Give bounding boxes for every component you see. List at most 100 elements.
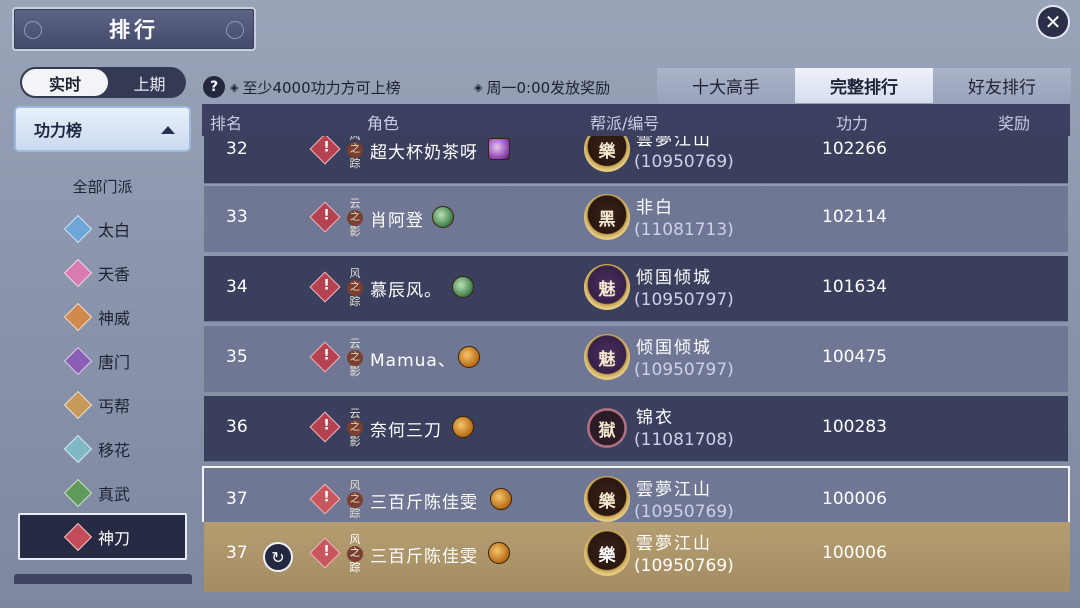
shendao-class-icon: [309, 341, 341, 373]
guild-name: 锦衣: [636, 408, 674, 428]
power-value: 100006: [822, 543, 887, 563]
period-toggle: 实时 上期: [20, 67, 186, 98]
player-name[interactable]: Mamua、: [370, 346, 456, 371]
sect-item-taibai[interactable]: 太白: [63, 214, 130, 244]
player-name[interactable]: 奈何三刀: [370, 416, 442, 441]
share-icon[interactable]: ↻: [263, 542, 293, 572]
close-button[interactable]: ✕: [1036, 5, 1070, 39]
player-name: 三百斤陈佳雯: [370, 547, 478, 567]
sect-item-shenwei[interactable]: 神威: [63, 302, 130, 332]
realtime-toggle[interactable]: 实时: [22, 69, 108, 96]
header-rank: 排名: [210, 114, 243, 133]
power-value: 102114: [822, 207, 887, 227]
tianxiang-icon: [63, 258, 93, 288]
help-icon[interactable]: ?: [203, 76, 225, 98]
title-badge-icon: [452, 276, 474, 298]
shendao-class-icon: [309, 201, 341, 233]
gaibang-icon: [63, 390, 93, 420]
guild-emblem-icon: 黑: [584, 194, 630, 240]
guild-id: (11081708): [634, 430, 734, 450]
header-role: 角色: [367, 114, 400, 133]
tab-full-ranking[interactable]: 完整排行: [795, 68, 933, 103]
guild-name: 倾国倾城: [636, 268, 712, 288]
caret-up-icon: [161, 126, 175, 134]
guild-emblem-icon: 魅: [584, 264, 630, 310]
title-badge-icon: [452, 416, 474, 438]
power-value: 101634: [822, 277, 887, 297]
header-guild: 帮派/编号: [590, 114, 660, 133]
ranking-category-dropdown[interactable]: 功力榜: [14, 106, 191, 152]
table-row[interactable]: 36 云之影 奈何三刀 獄 锦衣 (11081708) 100283: [204, 396, 1068, 462]
info-reward-time: ◈ 周一0:00发放奖励: [474, 78, 611, 97]
diamond-icon: ◈: [474, 80, 483, 94]
title-badge-icon: [490, 488, 512, 510]
pet-seal-icon: 风之踪: [344, 534, 366, 574]
guild-emblem-icon: 樂: [584, 476, 630, 522]
yihua-icon: [63, 434, 93, 464]
player-name[interactable]: 三百斤陈佳雯: [370, 488, 478, 513]
shenwei-icon: [63, 302, 93, 332]
guild-emblem-icon: 樂: [584, 530, 630, 576]
table-row[interactable]: 34 风之踪 慕辰风。 魅 倾国倾城 (10950797) 101634: [204, 256, 1068, 322]
power-value: 100006: [822, 489, 887, 509]
my-ranking-row[interactable]: 37 ↻ 风之踪 三百斤陈佳雯 樂 雲夢江山 (10950769) 100006: [204, 522, 1070, 592]
tangmen-icon: [63, 346, 93, 376]
header-power: 功力: [836, 114, 869, 133]
shendao-class-icon: [309, 271, 341, 303]
guild-emblem-icon: 魅: [584, 334, 630, 380]
sect-item-zhenwu[interactable]: 真武: [63, 478, 130, 508]
ranking-list[interactable]: 32 风之踪 超大杯奶茶呀 樂 雲夢江山 (10950769) 102266 3…: [202, 136, 1070, 522]
guild-id: (11081713): [634, 220, 734, 240]
guild-id: (10950769): [634, 556, 734, 576]
zhenwu-icon: [63, 478, 93, 508]
pet-seal-icon: 云之影: [344, 338, 366, 378]
close-icon: ✕: [1044, 10, 1062, 34]
pet-seal-icon: 云之影: [344, 408, 366, 448]
ornament-icon: [226, 21, 244, 39]
player-name[interactable]: 慕辰风。: [370, 276, 442, 301]
pet-seal-icon: 风之踪: [344, 136, 366, 170]
guild-id: (10950797): [634, 290, 734, 310]
info-min-power: ◈ 至少4000功力方可上榜: [230, 78, 401, 97]
sect-item-yihua[interactable]: 移花: [63, 434, 130, 464]
tab-friends-ranking[interactable]: 好友排行: [933, 68, 1071, 103]
ornament-icon: [24, 21, 42, 39]
guild-name: 雲夢江山: [636, 136, 712, 150]
sect-all[interactable]: 全部门派: [14, 176, 191, 197]
guild-id: (10950797): [634, 360, 734, 380]
shendao-class-icon: [309, 136, 341, 165]
last-period-toggle[interactable]: 上期: [108, 67, 191, 98]
header-reward: 奖励: [998, 114, 1031, 133]
table-row[interactable]: 33 云之影 肖阿登 黑 非白 (11081713) 102114: [204, 186, 1068, 252]
table-row-self-highlight[interactable]: 37 风之踪 三百斤陈佳雯 樂 雲夢江山 (10950769) 100006: [202, 466, 1070, 522]
guild-name: 倾国倾城: [636, 338, 712, 358]
sect-item-shendao[interactable]: 神刀: [63, 522, 130, 552]
guild-id: (10950769): [634, 502, 734, 522]
guild-name: 雲夢江山: [636, 480, 712, 500]
title-plaque: 排行: [12, 7, 256, 51]
player-name[interactable]: 肖阿登: [370, 206, 424, 231]
guild-name: 雲夢江山: [636, 534, 712, 554]
guild-emblem-icon: 樂: [584, 136, 630, 172]
category-label: 功力榜: [34, 121, 83, 140]
table-row[interactable]: 32 风之踪 超大杯奶茶呀 樂 雲夢江山 (10950769) 102266: [204, 136, 1068, 184]
sword-class-icon: [309, 537, 341, 569]
sect-item-gaibang[interactable]: 丐帮: [63, 390, 130, 420]
sword-class-icon: [309, 483, 341, 515]
pet-seal-icon: 云之影: [344, 198, 366, 238]
sect-item-tangmen[interactable]: 唐门: [63, 346, 130, 376]
pet-seal-icon: 风之踪: [344, 268, 366, 308]
player-name[interactable]: 超大杯奶茶呀: [370, 138, 478, 163]
guild-name: 非白: [636, 198, 674, 218]
sect-item-tianxiang[interactable]: 天香: [63, 258, 130, 288]
title-badge-icon: [488, 138, 510, 160]
taibai-icon: [63, 214, 93, 244]
sect-list-scroll-edge: [14, 574, 192, 584]
title-badge-icon: [458, 346, 480, 368]
page-title: 排行: [109, 18, 159, 42]
diamond-icon: ◈: [230, 80, 239, 94]
tab-top-ten[interactable]: 十大高手: [657, 68, 795, 103]
table-row[interactable]: 35 云之影 Mamua、 魅 倾国倾城 (10950797) 100475: [204, 326, 1068, 392]
power-value: 102266: [822, 139, 887, 159]
pet-seal-icon: 风之踪: [344, 480, 366, 520]
